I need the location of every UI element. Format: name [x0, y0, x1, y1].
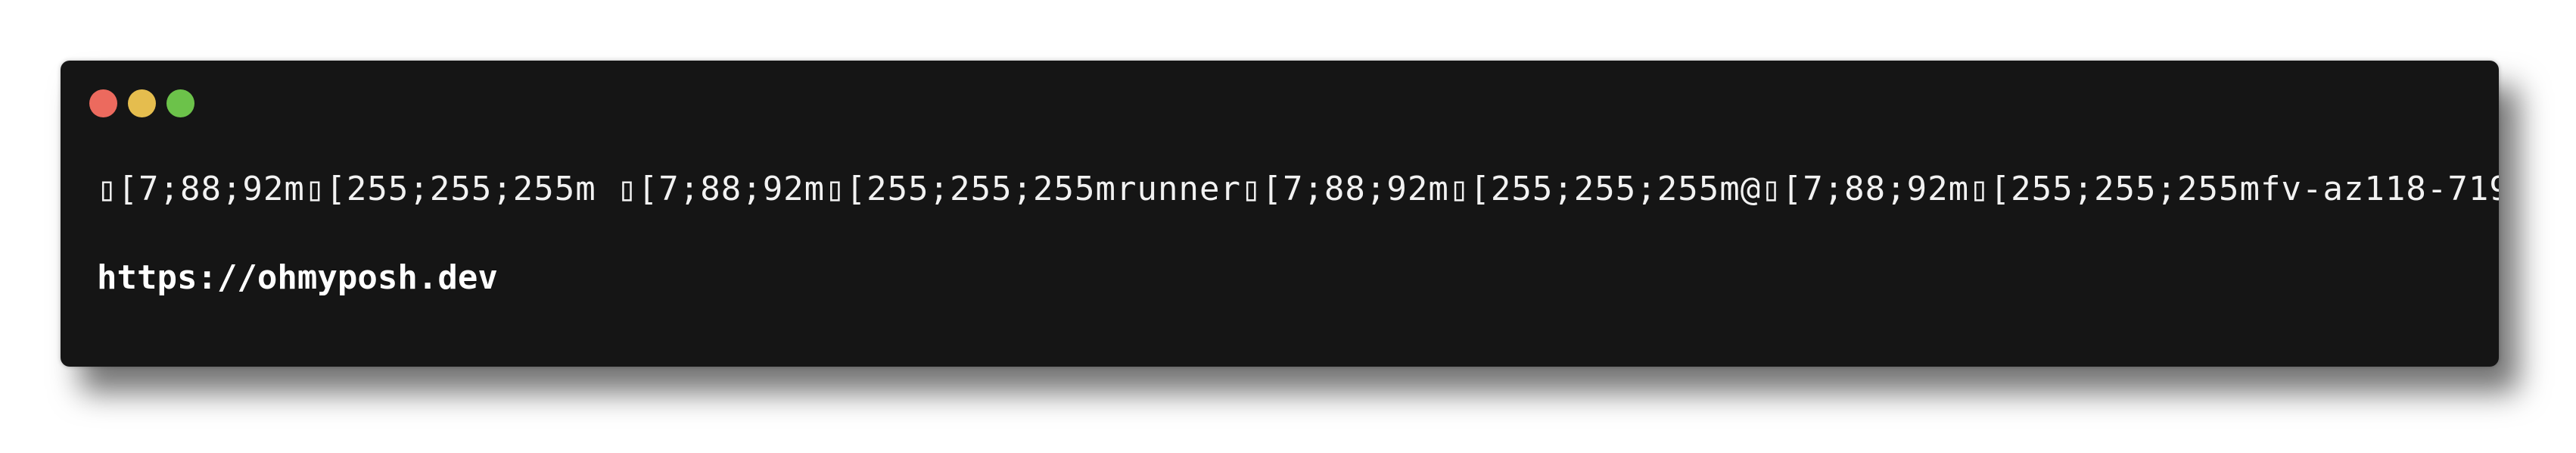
- close-button[interactable]: [89, 89, 117, 117]
- terminal-window: ▯[7;88;92m▯[255;255;255m ▯[7;88;92m▯[255…: [61, 61, 2499, 367]
- maximize-button[interactable]: [166, 89, 194, 117]
- window-controls: [89, 89, 194, 117]
- url-line: https://ohmyposh.dev: [97, 258, 498, 297]
- minimize-button[interactable]: [128, 89, 156, 117]
- prompt-line: ▯[7;88;92m▯[255;255;255m ▯[7;88;92m▯[255…: [97, 170, 2499, 208]
- terminal-output[interactable]: ▯[7;88;92m▯[255;255;255m ▯[7;88;92m▯[255…: [97, 173, 2499, 295]
